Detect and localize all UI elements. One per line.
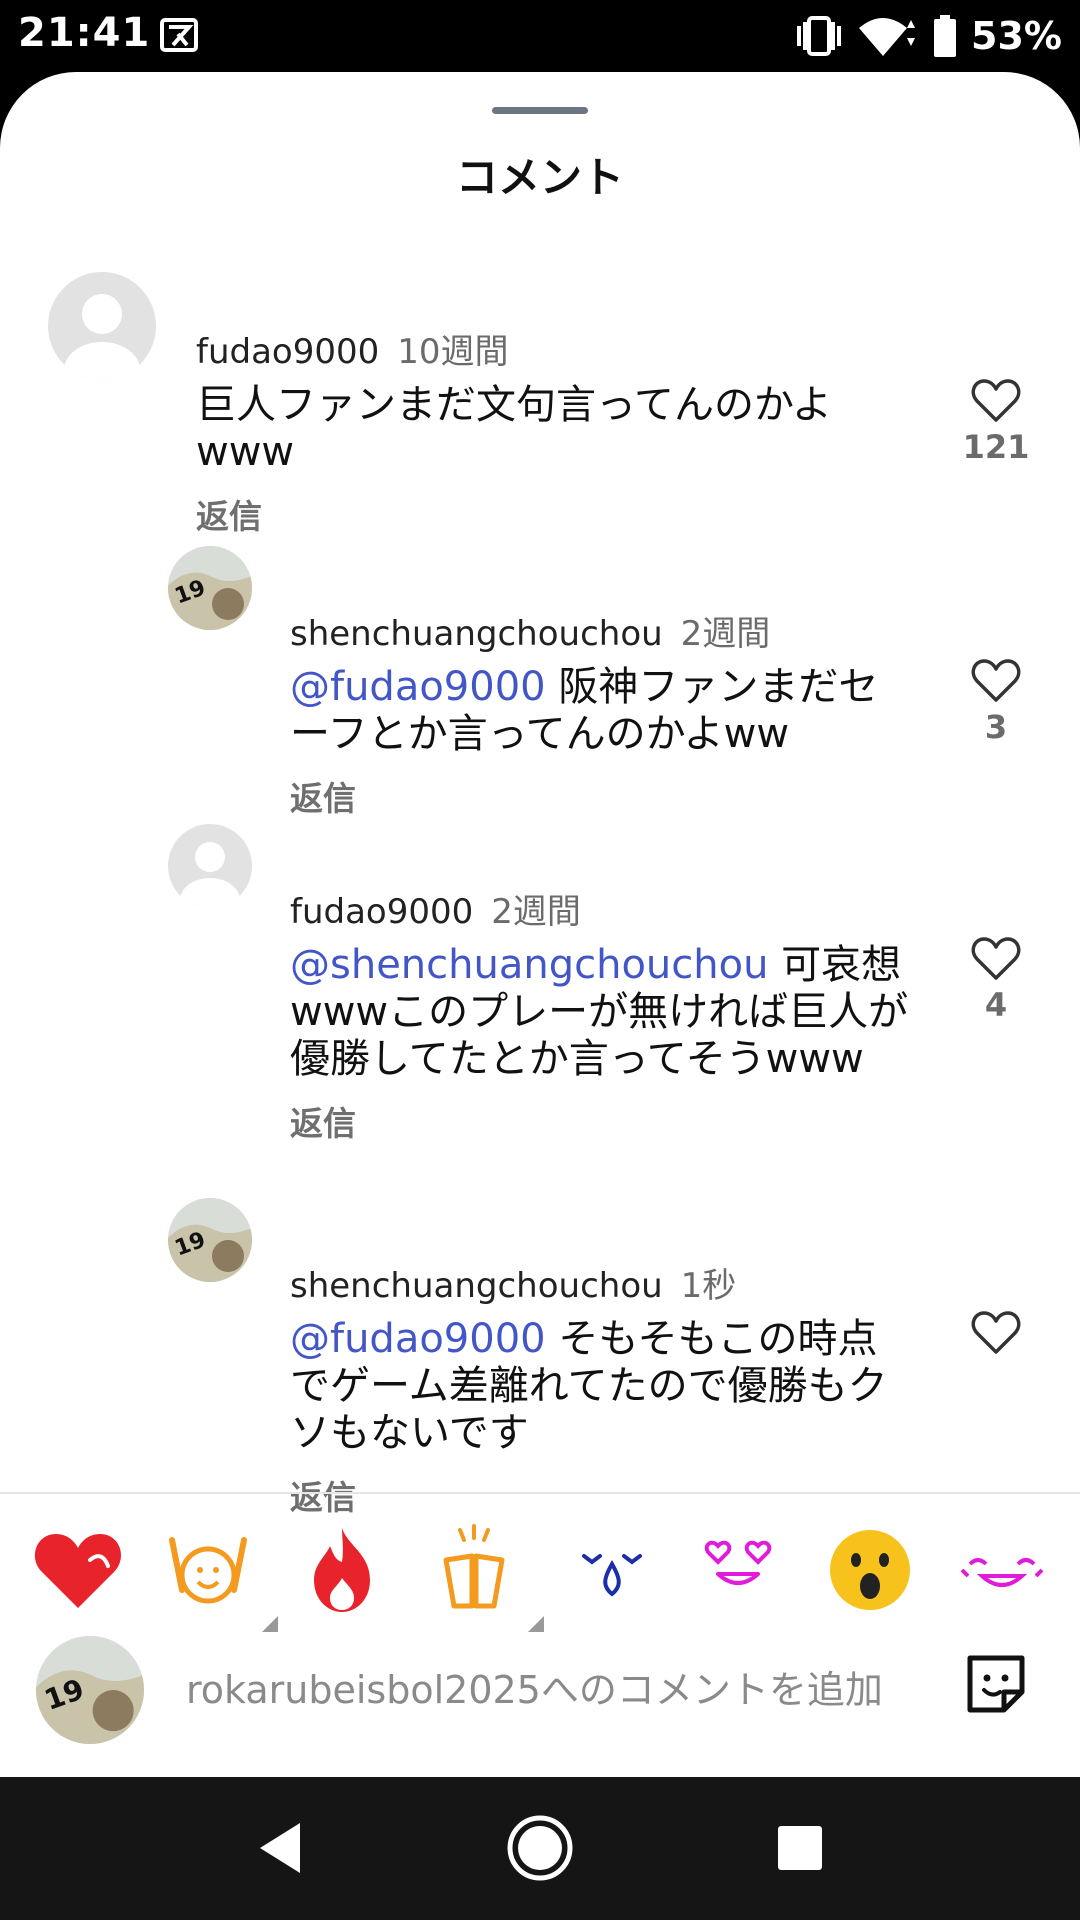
reply-button[interactable]: 返信 <box>290 1097 910 1145</box>
red-heart-icon[interactable] <box>28 1520 128 1620</box>
avatar[interactable]: 19 <box>168 546 252 630</box>
reply-button[interactable]: 返信 <box>196 490 896 538</box>
like-button[interactable] <box>956 1310 1036 1360</box>
drag-handle[interactable] <box>492 107 588 114</box>
comment-body: 巨人ファンまだ文句言ってんのかよwww <box>196 382 832 475</box>
user-avatar-image: 19 <box>36 1636 144 1744</box>
heart-eyes-face-icon[interactable] <box>688 1520 788 1620</box>
reply-button[interactable]: 返信 <box>290 1471 910 1519</box>
heart-outline-icon <box>971 937 1021 980</box>
username[interactable]: fudao9000 <box>290 892 473 932</box>
back-icon[interactable] <box>245 1813 315 1883</box>
mention-link[interactable]: @fudao9000 <box>290 664 546 710</box>
avatar[interactable] <box>168 824 252 908</box>
recents-icon[interactable] <box>765 1813 835 1883</box>
comment-time: 1秒 <box>680 1266 737 1306</box>
default-avatar-icon <box>180 842 240 908</box>
username[interactable]: fudao9000 <box>196 332 379 372</box>
avatar[interactable] <box>48 272 156 380</box>
mention-link[interactable]: @fudao9000 <box>290 1316 546 1362</box>
wifi-icon <box>859 18 916 56</box>
heart-outline-icon <box>971 659 1021 702</box>
like-button[interactable]: 4 <box>956 936 1036 1024</box>
comment-sheet: コメント fudao9000 10週間 巨人ファンまだ文句言ってんのかよwww 返… <box>0 72 1080 1777</box>
username[interactable]: shenchuangchouchou <box>290 614 663 654</box>
fire-icon[interactable] <box>292 1520 392 1620</box>
comment-text: @fudao9000 そもそもこの時点でゲーム差離れてたので優勝もクソもないです <box>290 1316 910 1457</box>
system-nav-bar <box>0 1777 1080 1920</box>
comment-input[interactable] <box>186 1662 921 1718</box>
mention-link[interactable]: @shenchuangchouchou <box>290 942 768 988</box>
vibrate-icon <box>797 16 842 56</box>
raised-hands-face-icon[interactable] <box>158 1520 278 1632</box>
divider <box>0 1492 1080 1494</box>
surprised-face-icon[interactable] <box>820 1520 920 1620</box>
heart-outline-icon <box>971 1311 1021 1354</box>
my-avatar[interactable]: 19 <box>36 1636 144 1744</box>
comment-time: 2週間 <box>491 892 581 932</box>
user-avatar-image: 19 <box>168 1198 252 1282</box>
quick-reactions-bar <box>0 1520 1080 1632</box>
username[interactable]: shenchuangchouchou <box>290 1266 663 1306</box>
user-avatar-image: 19 <box>168 546 252 630</box>
like-button[interactable]: 3 <box>956 658 1036 746</box>
comment-text: @fudao9000 阪神ファンまだセーフとか言ってんのかよww <box>290 664 910 758</box>
heart-outline-icon <box>971 379 1021 422</box>
crying-face-icon[interactable] <box>562 1520 662 1620</box>
comment-text: 巨人ファンまだ文句言ってんのかよwww <box>196 382 896 476</box>
like-count: 3 <box>984 708 1008 746</box>
laughing-face-icon[interactable] <box>952 1520 1052 1620</box>
clapping-hands-icon[interactable] <box>424 1520 544 1632</box>
avatar[interactable]: 19 <box>168 1198 252 1282</box>
like-count: 4 <box>984 986 1008 1024</box>
default-avatar-icon <box>64 294 140 380</box>
sticker-icon[interactable] <box>960 1648 1032 1720</box>
battery-icon <box>934 15 957 57</box>
home-icon[interactable] <box>505 1813 575 1883</box>
comment-time: 10週間 <box>397 332 509 372</box>
comment-composer: 19 <box>0 1632 1080 1752</box>
battery-percentage: 53% <box>971 14 1062 58</box>
app-notification-icon <box>160 18 198 52</box>
status-time: 21:41 <box>18 10 151 56</box>
comment-text: @shenchuangchouchou 可哀想wwwこのプレーが無ければ巨人が優… <box>290 942 910 1083</box>
like-button[interactable]: 121 <box>956 378 1036 466</box>
status-bar: 21:41 53% <box>0 0 1080 72</box>
comment-time: 2週間 <box>680 614 771 654</box>
sheet-title: コメント <box>455 153 624 202</box>
like-count: 121 <box>962 428 1030 466</box>
reply-button[interactable]: 返信 <box>290 772 910 820</box>
